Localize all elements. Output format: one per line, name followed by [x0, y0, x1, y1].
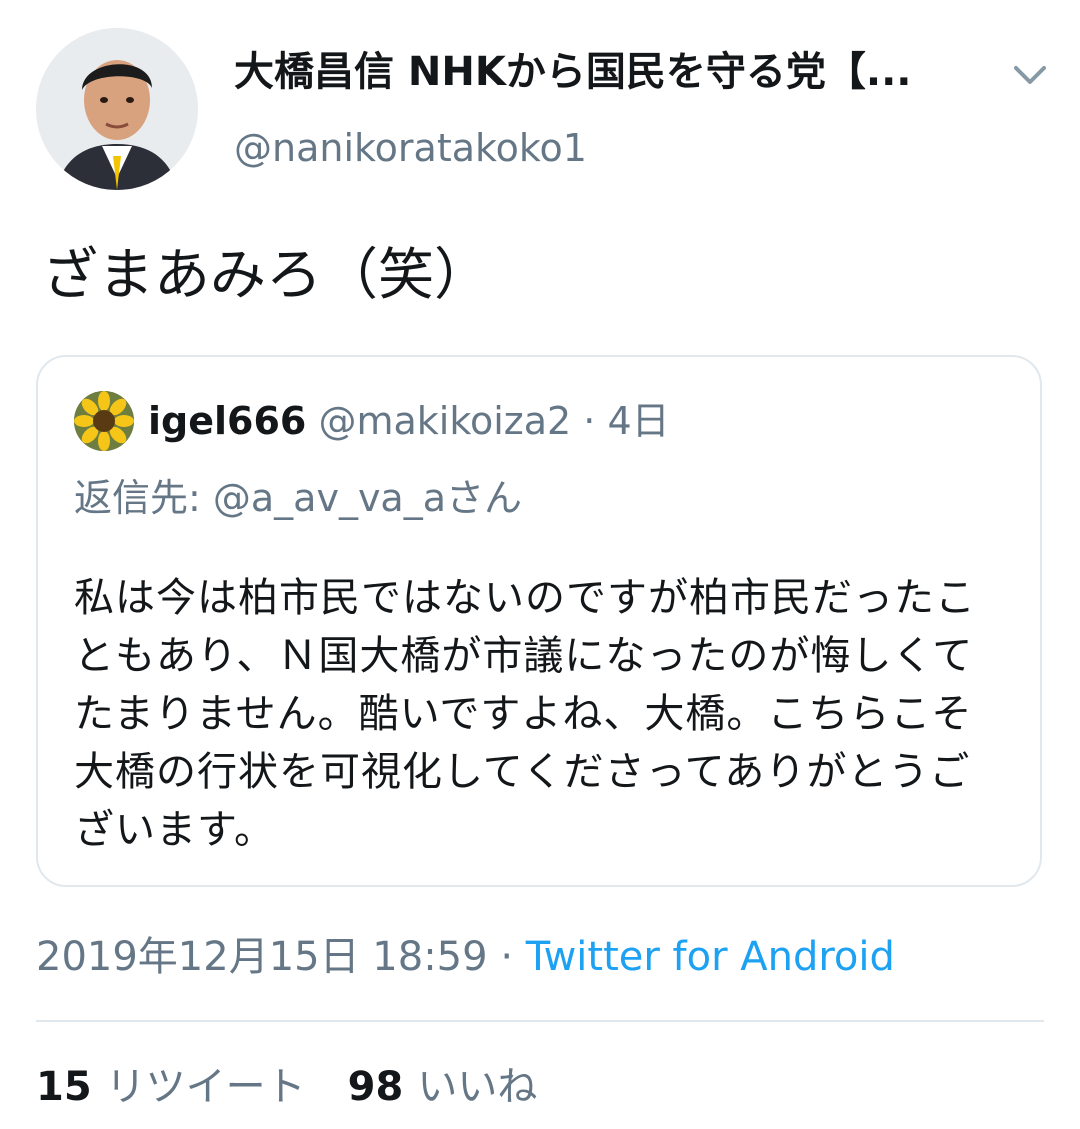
sunflower-avatar-icon [74, 391, 134, 451]
avatar-photo-icon [36, 28, 198, 190]
quoted-author-name[interactable]: igel666 [148, 399, 306, 443]
tweet-source-link[interactable]: Twitter for Android [526, 934, 895, 980]
reply-to-label[interactable]: 返信先: @a_av_va_aさん [74, 471, 522, 525]
chevron-down-icon[interactable] [1008, 52, 1052, 96]
quoted-tweet-body: 私は今は柏市民ではないのですが柏市民だったこともあり、Ｎ国大橋が市議になったのが… [74, 575, 976, 853]
tweet-stats: 15 リツイート 98 いいね [36, 1058, 537, 1116]
quoted-time: 4日 [607, 399, 670, 443]
quoted-tweet-header: igel666 @makikoiza2 · 4日 [148, 393, 670, 449]
quoted-author-handle[interactable]: @makikoiza2 [318, 399, 571, 443]
meta-separator: · [500, 934, 514, 980]
author-handle[interactable]: @nanikoratakoko1 [234, 122, 587, 174]
quoted-tweet-card[interactable]: igel666 @makikoiza2 · 4日 返信先: @a_av_va_a… [36, 355, 1042, 887]
tweet-meta: 2019年12月15日 18:59 · Twitter for Android [36, 928, 895, 986]
retweet-label[interactable]: リツイート [106, 1064, 306, 1110]
tweet-timestamp: 2019年12月15日 18:59 [36, 934, 488, 980]
quoted-author-avatar[interactable] [74, 391, 134, 451]
retweet-count[interactable]: 15 [36, 1064, 92, 1110]
divider [36, 1020, 1044, 1022]
tweet-header: 大橋昌信 NHKから国民を守る党【... @nanikoratakoko1 [0, 0, 1080, 210]
quoted-separator: · [583, 399, 596, 443]
author-avatar[interactable] [36, 28, 198, 190]
author-display-name[interactable]: 大橋昌信 NHKから国民を守る党【... [234, 44, 974, 100]
like-count[interactable]: 98 [348, 1064, 404, 1110]
tweet-text: ざまあみろ（笑） [42, 243, 490, 308]
like-label[interactable]: いいね [417, 1064, 537, 1110]
